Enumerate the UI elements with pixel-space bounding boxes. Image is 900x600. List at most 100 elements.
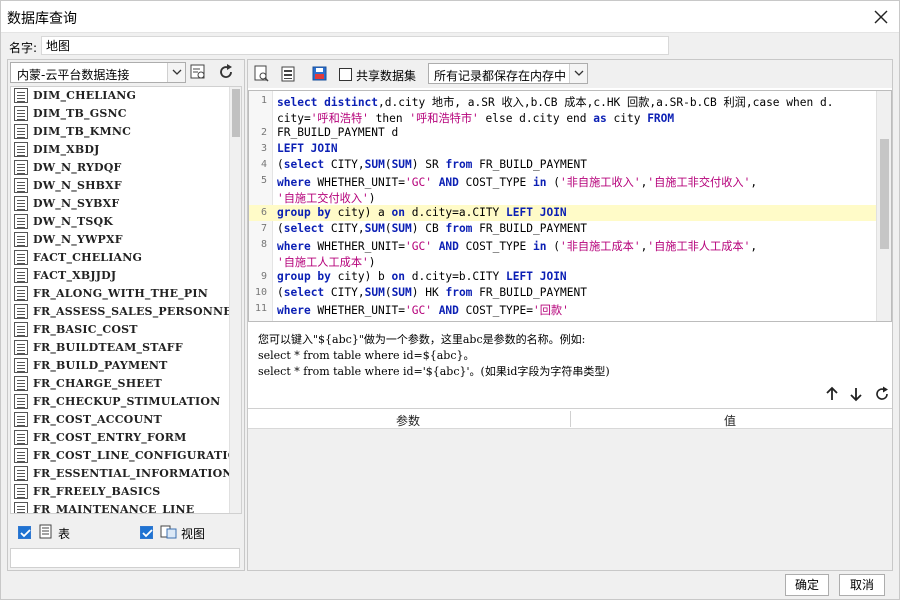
refresh-icon[interactable] (216, 62, 236, 82)
table-list-item[interactable]: FR_ALONG_WITH_THE_PIN (11, 285, 229, 303)
line-number: 3 (260, 143, 267, 154)
table-list-item[interactable]: FACT_XBJJDJ (11, 267, 229, 285)
column-divider[interactable] (570, 411, 571, 427)
datasource-select[interactable]: 内蒙-云平台数据连接 (10, 62, 186, 83)
table-list-scrollbar[interactable] (229, 87, 241, 513)
table-list-item[interactable]: DIM_CHELIANG (11, 87, 229, 105)
edit-connection-icon[interactable] (188, 62, 208, 82)
parameter-table-header: 参数 值 (248, 409, 892, 429)
table-search-input[interactable] (10, 548, 240, 568)
code-line[interactable]: 11 where WHETHER_UNIT='GC' AND COST_TYPE=… (249, 301, 877, 317)
code-text: where WHETHER_UNIT='GC' AND COST_TYPE='回… (277, 304, 569, 317)
table-list-item[interactable]: FR_CHARGE_SHEET (11, 375, 229, 393)
refresh-parameters-icon[interactable] (874, 386, 890, 402)
table-name: DW_N_SYBXF (33, 197, 120, 210)
code-line[interactable]: 6 group by city) a on d.city=a.CITY LEFT … (249, 205, 877, 221)
show-tables-checkbox[interactable] (18, 526, 31, 539)
table-name: FR_COST_LINE_CONFIGURATION (33, 449, 242, 462)
table-list-item[interactable]: FACT_CHELIANG (11, 249, 229, 267)
table-list-item[interactable]: FR_FREELY_BASICS (11, 483, 229, 501)
sql-editor[interactable]: 1 select distinct,d.city 地市, a.SR 收入,b.CB… (248, 90, 892, 322)
table-icon (14, 358, 28, 373)
table-icon (14, 268, 28, 283)
table-list-item[interactable]: FR_CHECKUP_STIMULATION (11, 393, 229, 411)
editor-scrollbar[interactable] (876, 91, 891, 321)
table-name: FR_BUILDTEAM_STAFF (33, 341, 183, 354)
close-icon (874, 10, 888, 24)
table-icon (14, 214, 28, 229)
close-button[interactable] (871, 7, 891, 27)
cancel-button[interactable]: 取消 (839, 574, 885, 596)
save-query-icon[interactable] (310, 64, 330, 84)
show-views-checkbox[interactable] (140, 526, 153, 539)
code-line[interactable]: city='呼和浩特' then '呼和浩特市' else d.city end… (249, 109, 877, 125)
table-icon (14, 304, 28, 319)
table-list-item[interactable]: DW_N_RYDQF (11, 159, 229, 177)
database-query-dialog: 数据库查询 名字: 内蒙-云平台数据连接 (0, 0, 900, 600)
table-name: FR_FREELY_BASICS (33, 485, 161, 498)
ok-button[interactable]: 确定 (785, 574, 829, 596)
code-line[interactable]: 2 FR_BUILD_PAYMENT d (249, 125, 877, 141)
name-input[interactable] (41, 36, 669, 55)
table-list-item[interactable]: DIM_TB_GSNC (11, 105, 229, 123)
table-list-item[interactable]: FR_ASSESS_SALES_PERSONNEL (11, 303, 240, 321)
table-icon (14, 250, 28, 265)
storage-mode-select[interactable]: 所有记录都保存在内存中 (428, 63, 588, 84)
table-list-item[interactable]: FR_BUILD_PAYMENT (11, 357, 229, 375)
table-list-item[interactable]: FR_BUILDTEAM_STAFF (11, 339, 229, 357)
code-line[interactable]: 3 LEFT JOIN (249, 141, 877, 157)
code-line[interactable]: 4 (select CITY,SUM(SUM) SR from FR_BUILD_… (249, 157, 877, 173)
code-line[interactable]: 8 where WHETHER_UNIT='GC' AND COST_TYPE i… (249, 237, 877, 253)
share-dataset-label: 共享数据集 (356, 69, 417, 83)
scrollbar-thumb[interactable] (232, 89, 240, 137)
window-title: 数据库查询 (7, 11, 77, 27)
table-icon (14, 106, 28, 121)
table-list-item[interactable]: DIM_XBDJ (11, 141, 229, 159)
table-list-item[interactable]: FR_MAINTENANCE_LINE (11, 501, 229, 513)
datasource-panel: 内蒙-云平台数据连接 DIM_CHELIANG DIM_TB_GSNC DIM_TB… (7, 59, 245, 571)
table-list-item[interactable]: DW_N_SYBXF (11, 195, 229, 213)
table-list-item[interactable]: FR_COST_ACCOUNT (11, 411, 229, 429)
table-name: FACT_CHELIANG (33, 251, 143, 264)
code-line[interactable]: 9 group by city) b on d.city=b.CITY LEFT … (249, 269, 877, 285)
code-line[interactable]: 5 where WHETHER_UNIT='GC' AND COST_TYPE i… (249, 173, 877, 189)
table-icon (14, 340, 28, 355)
code-line[interactable]: 10 (select CITY,SUM(SUM) HK from FR_BUILD… (249, 285, 877, 301)
share-dataset-checkbox[interactable] (339, 68, 352, 81)
chevron-down-icon[interactable] (167, 63, 185, 82)
table-list-item[interactable]: DW_N_TSQK (11, 213, 229, 231)
table-icon (14, 286, 28, 301)
code-line[interactable]: '自施工交付收入') (249, 189, 877, 205)
line-number: 7 (260, 223, 267, 234)
arrow-up-icon[interactable] (824, 386, 840, 402)
table-list-item[interactable]: FR_COST_LINE_CONFIGURATION (11, 447, 241, 465)
code-line[interactable]: '自施工人工成本') (249, 253, 877, 269)
sql-code[interactable]: 1 select distinct,d.city 地市, a.SR 收入,b.CB… (249, 93, 877, 317)
table-list-item[interactable]: FR_COST_ENTRY_FORM (11, 429, 229, 447)
table-icon (14, 466, 28, 481)
table-list-item[interactable]: DW_N_YWPXF (11, 231, 229, 249)
table-icon (14, 88, 28, 103)
code-line[interactable]: 1 select distinct,d.city 地市, a.SR 收入,b.CB… (249, 93, 877, 109)
table-list-item[interactable]: DW_N_SHBXF (11, 177, 229, 195)
table-icon (14, 322, 28, 337)
table-list-item[interactable]: FR_BASIC_COST (11, 321, 229, 339)
code-text: city='呼和浩特' then '呼和浩特市' else d.city end… (277, 112, 675, 125)
code-text: (select CITY,SUM(SUM) SR from FR_BUILD_P… (277, 158, 587, 171)
preview-icon[interactable] (252, 64, 272, 84)
table-list-item[interactable]: DIM_TB_KMNC (11, 123, 229, 141)
table-name: FR_CHARGE_SHEET (33, 377, 162, 390)
code-text: LEFT JOIN (277, 142, 338, 155)
code-text: (select CITY,SUM(SUM) HK from FR_BUILD_P… (277, 286, 587, 299)
query-toolbar: 共享数据集 所有记录都保存在内存中 (248, 60, 892, 88)
scrollbar-thumb[interactable] (880, 139, 889, 249)
code-line[interactable]: 7 (select CITY,SUM(SUM) CB from FR_BUILD_… (249, 221, 877, 237)
table-list-item[interactable]: FR_ESSENTIAL_INFORMATION (11, 465, 232, 483)
table-name: FR_BASIC_COST (33, 323, 138, 336)
arrow-down-icon[interactable] (848, 386, 864, 402)
code-text: '自施工人工成本') (277, 256, 376, 269)
chevron-down-icon[interactable] (569, 64, 587, 83)
table-icon (14, 484, 28, 499)
line-number: 6 (260, 207, 267, 218)
table-structure-icon[interactable] (278, 64, 298, 84)
